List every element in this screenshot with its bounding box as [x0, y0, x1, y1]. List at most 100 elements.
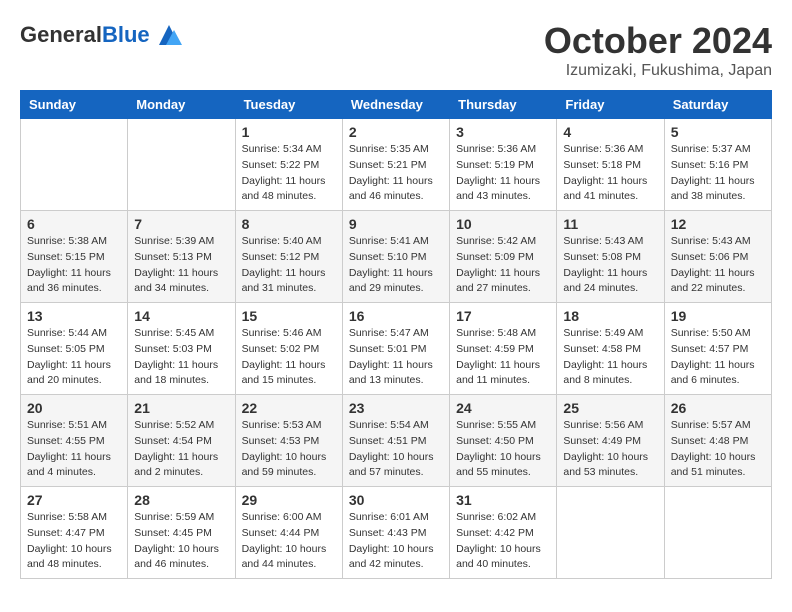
title-block: October 2024 Izumizaki, Fukushima, Japan [544, 20, 772, 80]
calendar-day-cell: 19 Sunrise: 5:50 AM Sunset: 4:57 PM Dayli… [664, 303, 771, 395]
calendar-weekday-sunday: Sunday [21, 91, 128, 119]
day-number: 5 [671, 124, 765, 140]
calendar-week-row: 1 Sunrise: 5:34 AM Sunset: 5:22 PM Daylig… [21, 119, 772, 211]
day-number: 28 [134, 492, 228, 508]
day-number: 29 [242, 492, 336, 508]
calendar-day-cell: 24Sunrise: 5:55 AM Sunset: 4:50 PM Dayli… [450, 395, 557, 487]
day-number: 16 [349, 308, 443, 324]
day-info: Sunrise: 5:39 AM Sunset: 5:13 PM Dayligh… [134, 234, 228, 297]
day-number: 14 [134, 308, 228, 324]
calendar-day-cell: 7Sunrise: 5:39 AM Sunset: 5:13 PM Daylig… [128, 211, 235, 303]
day-info: Sunrise: 5:56 AM Sunset: 4:49 PM Dayligh… [563, 418, 657, 481]
day-info: Sunrise: 5:55 AM Sunset: 4:50 PM Dayligh… [456, 418, 550, 481]
day-info: Sunrise: 6:01 AM Sunset: 4:43 PM Dayligh… [349, 510, 443, 573]
calendar-day-cell: 26 Sunrise: 5:57 AM Sunset: 4:48 PM Dayli… [664, 395, 771, 487]
day-info: Sunrise: 5:36 AM Sunset: 5:19 PM Dayligh… [456, 142, 550, 205]
calendar-day-cell: 15Sunrise: 5:46 AM Sunset: 5:02 PM Dayli… [235, 303, 342, 395]
day-number: 11 [563, 216, 657, 232]
day-number: 22 [242, 400, 336, 416]
location: Izumizaki, Fukushima, Japan [544, 62, 772, 80]
calendar-day-cell: 23Sunrise: 5:54 AM Sunset: 4:51 PM Dayli… [342, 395, 449, 487]
day-number: 2 [349, 124, 443, 140]
day-number: 12 [671, 216, 765, 232]
day-number: 15 [242, 308, 336, 324]
day-number: 8 [242, 216, 336, 232]
calendar-weekday-tuesday: Tuesday [235, 91, 342, 119]
calendar-week-row: 20Sunrise: 5:51 AM Sunset: 4:55 PM Dayli… [21, 395, 772, 487]
calendar-day-cell: 11 Sunrise: 5:43 AM Sunset: 5:08 PM Dayli… [557, 211, 664, 303]
calendar-week-row: 6 Sunrise: 5:38 AM Sunset: 5:15 PM Daylig… [21, 211, 772, 303]
calendar-day-cell: 22 Sunrise: 5:53 AM Sunset: 4:53 PM Dayli… [235, 395, 342, 487]
calendar-day-cell: 1 Sunrise: 5:34 AM Sunset: 5:22 PM Daylig… [235, 119, 342, 211]
day-info: Sunrise: 5:43 AM Sunset: 5:06 PM Dayligh… [671, 234, 765, 297]
calendar-weekday-thursday: Thursday [450, 91, 557, 119]
day-info: Sunrise: 5:45 AM Sunset: 5:03 PM Dayligh… [134, 326, 228, 389]
calendar-weekday-saturday: Saturday [664, 91, 771, 119]
day-number: 9 [349, 216, 443, 232]
day-info: Sunrise: 5:38 AM Sunset: 5:15 PM Dayligh… [27, 234, 121, 297]
day-number: 17 [456, 308, 550, 324]
page-header: GeneralBlue October 2024 Izumizaki, Fuku… [20, 20, 772, 80]
calendar-day-cell: 14 Sunrise: 5:45 AM Sunset: 5:03 PM Dayli… [128, 303, 235, 395]
day-info: Sunrise: 5:57 AM Sunset: 4:48 PM Dayligh… [671, 418, 765, 481]
calendar-day-cell: 21Sunrise: 5:52 AM Sunset: 4:54 PM Dayli… [128, 395, 235, 487]
day-number: 3 [456, 124, 550, 140]
day-number: 21 [134, 400, 228, 416]
day-info: Sunrise: 5:50 AM Sunset: 4:57 PM Dayligh… [671, 326, 765, 389]
calendar-day-cell [557, 487, 664, 579]
calendar-day-cell: 16Sunrise: 5:47 AM Sunset: 5:01 PM Dayli… [342, 303, 449, 395]
day-number: 20 [27, 400, 121, 416]
day-info: Sunrise: 5:41 AM Sunset: 5:10 PM Dayligh… [349, 234, 443, 297]
calendar-header-row: SundayMondayTuesdayWednesdayThursdayFrid… [21, 91, 772, 119]
calendar-day-cell [128, 119, 235, 211]
day-info: Sunrise: 5:40 AM Sunset: 5:12 PM Dayligh… [242, 234, 336, 297]
calendar-day-cell: 30Sunrise: 6:01 AM Sunset: 4:43 PM Dayli… [342, 487, 449, 579]
day-number: 6 [27, 216, 121, 232]
day-number: 1 [242, 124, 336, 140]
day-number: 19 [671, 308, 765, 324]
calendar-day-cell: 12 Sunrise: 5:43 AM Sunset: 5:06 PM Dayli… [664, 211, 771, 303]
day-number: 25 [563, 400, 657, 416]
day-number: 27 [27, 492, 121, 508]
calendar-day-cell: 9 Sunrise: 5:41 AM Sunset: 5:10 PM Daylig… [342, 211, 449, 303]
calendar-day-cell: 31 Sunrise: 6:02 AM Sunset: 4:42 PM Dayli… [450, 487, 557, 579]
logo: GeneralBlue [20, 20, 184, 50]
calendar-day-cell: 8 Sunrise: 5:40 AM Sunset: 5:12 PM Daylig… [235, 211, 342, 303]
calendar-day-cell: 17 Sunrise: 5:48 AM Sunset: 4:59 PM Dayli… [450, 303, 557, 395]
logo-icon [154, 20, 184, 50]
day-info: Sunrise: 5:35 AM Sunset: 5:21 PM Dayligh… [349, 142, 443, 205]
calendar-day-cell: 25 Sunrise: 5:56 AM Sunset: 4:49 PM Dayli… [557, 395, 664, 487]
month-title: October 2024 [544, 20, 772, 62]
day-info: Sunrise: 6:02 AM Sunset: 4:42 PM Dayligh… [456, 510, 550, 573]
calendar-day-cell: 4Sunrise: 5:36 AM Sunset: 5:18 PM Daylig… [557, 119, 664, 211]
calendar-week-row: 27 Sunrise: 5:58 AM Sunset: 4:47 PM Dayli… [21, 487, 772, 579]
calendar-day-cell: 28 Sunrise: 5:59 AM Sunset: 4:45 PM Dayli… [128, 487, 235, 579]
day-info: Sunrise: 5:53 AM Sunset: 4:53 PM Dayligh… [242, 418, 336, 481]
day-info: Sunrise: 5:37 AM Sunset: 5:16 PM Dayligh… [671, 142, 765, 205]
day-info: Sunrise: 5:43 AM Sunset: 5:08 PM Dayligh… [563, 234, 657, 297]
day-number: 31 [456, 492, 550, 508]
calendar-weekday-friday: Friday [557, 91, 664, 119]
calendar-week-row: 13Sunrise: 5:44 AM Sunset: 5:05 PM Dayli… [21, 303, 772, 395]
calendar-day-cell: 10Sunrise: 5:42 AM Sunset: 5:09 PM Dayli… [450, 211, 557, 303]
day-number: 23 [349, 400, 443, 416]
calendar-day-cell [664, 487, 771, 579]
day-info: Sunrise: 5:44 AM Sunset: 5:05 PM Dayligh… [27, 326, 121, 389]
day-info: Sunrise: 5:48 AM Sunset: 4:59 PM Dayligh… [456, 326, 550, 389]
calendar-day-cell: 29Sunrise: 6:00 AM Sunset: 4:44 PM Dayli… [235, 487, 342, 579]
calendar-day-cell: 27 Sunrise: 5:58 AM Sunset: 4:47 PM Dayli… [21, 487, 128, 579]
calendar-weekday-monday: Monday [128, 91, 235, 119]
calendar-day-cell: 18Sunrise: 5:49 AM Sunset: 4:58 PM Dayli… [557, 303, 664, 395]
day-number: 26 [671, 400, 765, 416]
calendar-day-cell: 13Sunrise: 5:44 AM Sunset: 5:05 PM Dayli… [21, 303, 128, 395]
day-number: 10 [456, 216, 550, 232]
calendar-day-cell: 3 Sunrise: 5:36 AM Sunset: 5:19 PM Daylig… [450, 119, 557, 211]
day-number: 18 [563, 308, 657, 324]
calendar-table: SundayMondayTuesdayWednesdayThursdayFrid… [20, 90, 772, 579]
calendar-day-cell: 6 Sunrise: 5:38 AM Sunset: 5:15 PM Daylig… [21, 211, 128, 303]
day-info: Sunrise: 5:59 AM Sunset: 4:45 PM Dayligh… [134, 510, 228, 573]
calendar-day-cell [21, 119, 128, 211]
day-info: Sunrise: 5:58 AM Sunset: 4:47 PM Dayligh… [27, 510, 121, 573]
day-info: Sunrise: 5:34 AM Sunset: 5:22 PM Dayligh… [242, 142, 336, 205]
logo-general-text: General [20, 22, 102, 47]
